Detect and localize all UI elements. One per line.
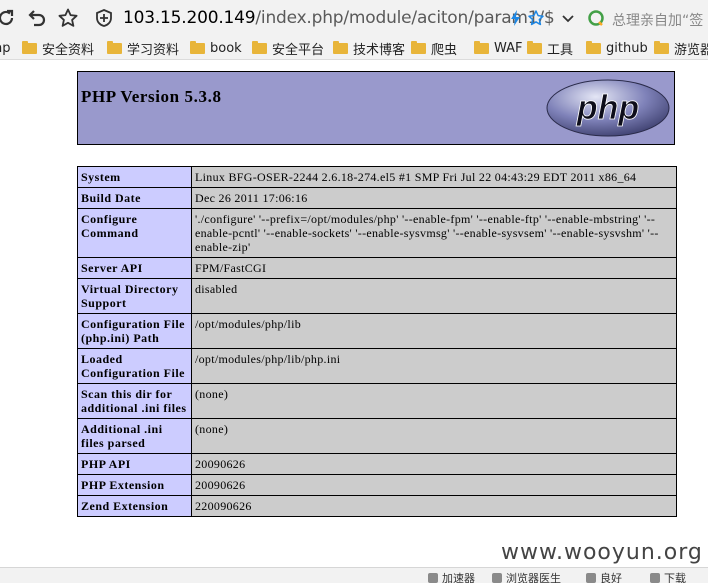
bookmark-item[interactable]: 安全平台: [252, 39, 325, 58]
status-label: 浏览器医生: [506, 572, 561, 583]
status-label: 良好: [600, 572, 622, 583]
table-row: Virtual Directory Support disabled: [77, 278, 677, 314]
search-engine-icon: [584, 6, 608, 30]
undo-icon[interactable]: [24, 6, 48, 30]
bookmark-label: hp: [0, 40, 11, 56]
star-bookmark-icon[interactable]: [56, 6, 80, 30]
table-row: Build Date Dec 26 2011 17:06:16: [77, 187, 677, 209]
table-row: PHP API 20090626: [77, 453, 677, 475]
bookmarks-bar: hp 安全资料 学习资料 book 安全平台 技术博客 爬虫 WAF 工具 github 游览器: [0, 36, 708, 60]
star-outline-icon[interactable]: [524, 6, 548, 30]
folder-icon: [333, 40, 348, 54]
folder-icon: [190, 40, 205, 54]
table-row: Configuration File (php.ini) Path/opt/mo…: [77, 313, 677, 349]
bookmark-label: 学习资料: [127, 42, 180, 58]
bookmark-label: 安全资料: [42, 42, 95, 58]
row-value: './configure' '--prefix=/opt/modules/php…: [191, 208, 677, 258]
url-host: 103.15.200.149: [123, 8, 256, 28]
page-viewport: PHP Version 5.3.8 php System Linux BFG-OS…: [0, 60, 708, 567]
bookmark-item[interactable]: hp: [0, 39, 11, 57]
row-value: /opt/modules/php/lib: [191, 313, 677, 349]
folder-icon: [252, 40, 267, 54]
row-key: Server API: [77, 257, 192, 279]
row-value: 20090626: [191, 453, 677, 475]
table-row: Scan this dir for additional .ini files(…: [77, 383, 677, 419]
status-label: 下载: [664, 572, 686, 583]
table-row: Loaded Configuration File/opt/modules/ph…: [77, 348, 677, 384]
folder-icon: [527, 40, 542, 54]
table-row: Zend Extension 220090626: [77, 495, 677, 517]
refresh-icon[interactable]: [0, 6, 18, 30]
row-key: Scan this dir for additional .ini files: [77, 383, 192, 419]
php-logo-text: php: [576, 89, 639, 127]
status-bar: 加速器 浏览器医生 良好 下载: [0, 567, 708, 583]
row-key: Configuration File (php.ini) Path: [77, 313, 192, 349]
bookmark-label: WAF: [494, 40, 523, 56]
row-value: Linux BFG-OSER-2244 2.6.18-274.el5 #1 SM…: [191, 166, 677, 188]
status-item[interactable]: 浏览器医生: [492, 570, 561, 583]
folder-icon: [586, 40, 601, 54]
bookmark-label: 游览器: [674, 42, 708, 58]
table-row: PHP Extension 20090626: [77, 474, 677, 496]
status-label: 加速器: [442, 572, 475, 583]
row-key: Additional .ini files parsed: [77, 418, 192, 454]
bookmark-item[interactable]: WAF: [474, 39, 523, 57]
bookmark-item[interactable]: 游览器: [654, 39, 708, 58]
row-key: PHP Extension: [77, 474, 192, 496]
status-item[interactable]: 良好: [586, 570, 622, 583]
row-value: 220090626: [191, 495, 677, 517]
row-key: Build Date: [77, 187, 192, 209]
folder-icon: [654, 40, 669, 54]
search-box[interactable]: 总理亲自加“签: [582, 4, 708, 32]
row-key: Zend Extension: [77, 495, 192, 517]
bookmark-label: 技术博客: [353, 42, 406, 58]
table-row: Additional .ini files parsed (none): [77, 418, 677, 454]
address-bar[interactable]: 103.15.200.149/index.php/module/aciton/p…: [90, 4, 580, 32]
bookmark-item[interactable]: 工具: [527, 39, 574, 58]
bookmark-item[interactable]: 爬虫: [411, 39, 458, 58]
php-logo: php: [546, 79, 670, 137]
bookmark-label: 工具: [547, 42, 574, 58]
row-key: Configure Command: [77, 208, 192, 258]
row-key: System: [77, 166, 192, 188]
bookmark-label: github: [606, 40, 648, 56]
folder-icon: [107, 40, 122, 54]
row-value: (none): [191, 383, 677, 419]
bookmark-label: 安全平台: [272, 42, 325, 58]
row-value: Dec 26 2011 17:06:16: [191, 187, 677, 209]
status-item[interactable]: 加速器: [428, 570, 475, 583]
page-title: PHP Version 5.3.8: [81, 87, 222, 106]
bookmark-item[interactable]: book: [190, 39, 242, 57]
row-value: 20090626: [191, 474, 677, 496]
bookmark-item[interactable]: 安全资料: [22, 39, 95, 58]
row-value: disabled: [191, 278, 677, 314]
bookmark-item[interactable]: 技术博客: [333, 39, 406, 58]
search-input[interactable]: 总理亲自加“签: [612, 10, 703, 30]
table-row: Configure Command './configure' '--prefix…: [77, 208, 677, 258]
phpinfo-header: PHP Version 5.3.8 php: [77, 71, 675, 145]
table-row: Server API FPM/FastCGI: [77, 257, 677, 279]
browser-toolbar: 103.15.200.149/index.php/module/aciton/p…: [0, 0, 708, 36]
row-value: (none): [191, 418, 677, 454]
watermark-text: www.wooyun.org: [501, 540, 703, 565]
status-item[interactable]: 下载: [650, 570, 686, 583]
row-value: FPM/FastCGI: [191, 257, 677, 279]
bookmark-item[interactable]: 学习资料: [107, 39, 180, 58]
bookmark-label: 爬虫: [431, 42, 458, 58]
folder-icon: [474, 40, 489, 54]
bookmark-item[interactable]: github: [586, 39, 648, 57]
phpinfo-table: System Linux BFG-OSER-2244 2.6.18-274.el5…: [77, 166, 677, 517]
row-key: PHP API: [77, 453, 192, 475]
bookmark-label: book: [210, 40, 242, 56]
shield-icon: [92, 6, 116, 30]
url-text[interactable]: 103.15.200.149/index.php/module/aciton/p…: [123, 8, 555, 28]
row-key: Virtual Directory Support: [77, 278, 192, 314]
folder-icon: [22, 40, 37, 54]
table-row: System Linux BFG-OSER-2244 2.6.18-274.el5…: [77, 166, 677, 188]
row-value: /opt/modules/php/lib/php.ini: [191, 348, 677, 384]
row-key: Loaded Configuration File: [77, 348, 192, 384]
chevron-down-icon[interactable]: [556, 6, 580, 30]
folder-icon: [411, 40, 426, 54]
